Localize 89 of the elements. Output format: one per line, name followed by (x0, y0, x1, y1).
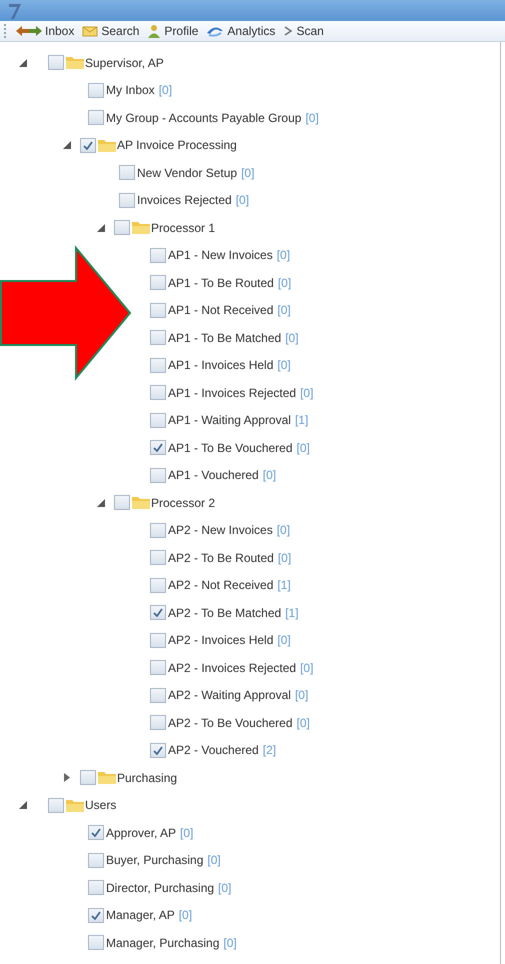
checkbox[interactable] (88, 852, 104, 868)
tree-item[interactable]: AP Invoice Processing (117, 138, 237, 152)
toolbar-button[interactable]: Inbox (16, 24, 74, 38)
tree-item[interactable]: AP1 - Invoices Held [0] (168, 358, 291, 372)
tree-item[interactable]: AP2 - Invoices Rejected [0] (168, 660, 314, 675)
checkbox[interactable] (150, 302, 166, 318)
checkbox[interactable] (88, 110, 104, 126)
checkbox[interactable] (150, 358, 166, 373)
tree-item[interactable]: AP2 - Waiting Approval [0] (168, 688, 308, 702)
checkbox[interactable] (150, 522, 166, 538)
tree-item[interactable]: AP1 - To Be Routed [0] (168, 276, 292, 290)
checkbox[interactable] (150, 550, 166, 566)
checkbox[interactable] (119, 192, 135, 208)
tree-item[interactable]: AP2 - Vouchered [2] (168, 743, 276, 758)
checkbox[interactable] (150, 632, 166, 648)
checkbox[interactable] (150, 412, 166, 428)
tree-item[interactable]: Supervisor, AP (85, 56, 164, 70)
tree-item[interactable]: AP1 - To Be Vouchered [0] (168, 440, 310, 455)
expand-icon[interactable] (64, 773, 70, 782)
checkbox[interactable] (88, 908, 104, 923)
folder-icon (98, 771, 116, 784)
tree-item[interactable]: Processor 2 (151, 496, 216, 510)
checkbox[interactable] (88, 82, 104, 98)
person-icon (147, 24, 162, 38)
folder-icon (66, 56, 84, 70)
toolbar-button[interactable]: Scan (283, 24, 324, 38)
checkbox[interactable] (88, 935, 104, 950)
checkbox[interactable] (150, 330, 166, 346)
tree-item[interactable]: AP2 - To Be Vouchered [0] (168, 716, 310, 730)
collapse-icon[interactable] (63, 141, 71, 150)
tree-item[interactable]: AP2 - To Be Matched [1] (168, 606, 299, 620)
logo-icon (8, 2, 22, 20)
folder-icon (132, 221, 150, 234)
toolbar-button[interactable]: Profile (147, 24, 198, 38)
folder-icon (98, 138, 116, 152)
tree-item[interactable]: AP1 - To Be Matched [0] (168, 330, 299, 345)
collapse-icon[interactable] (97, 498, 105, 507)
checkbox[interactable] (80, 138, 96, 153)
checkbox[interactable] (114, 220, 130, 236)
checkbox[interactable] (150, 660, 166, 676)
checkbox[interactable] (150, 605, 166, 620)
swirl-icon (206, 25, 224, 37)
toolbar-button[interactable]: Analytics (206, 24, 276, 38)
tree-item[interactable]: AP2 - Invoices Held [0] (168, 633, 291, 648)
envelope-icon (82, 25, 98, 37)
tree-item[interactable]: New Vendor Setup [0] (137, 166, 254, 180)
folder-icon (66, 798, 84, 812)
tree-item[interactable]: AP2 - Not Received [1] (168, 578, 291, 592)
checkbox[interactable] (88, 825, 104, 840)
checkbox[interactable] (150, 248, 166, 263)
tree-item[interactable]: AP2 - To Be Routed [0] (168, 550, 292, 565)
tree-item[interactable]: AP1 - Not Received [0] (168, 303, 291, 318)
tree-item[interactable]: AP2 - New Invoices [0] (168, 523, 290, 538)
checkbox[interactable] (150, 742, 166, 758)
tree-item[interactable]: Purchasing (117, 770, 178, 785)
toolbar-button[interactable]: Search (82, 24, 140, 38)
collapse-icon[interactable] (97, 224, 105, 232)
collapse-icon[interactable] (19, 801, 27, 810)
tree-item[interactable]: My Inbox [0] (106, 83, 172, 98)
tree-item[interactable]: AP1 - Waiting Approval [1] (168, 413, 308, 428)
tree-item[interactable]: Users (85, 798, 116, 812)
tree-item[interactable]: My Group - Accounts Payable Group [0] (106, 110, 319, 125)
tree-item[interactable]: Processor 1 (151, 220, 216, 235)
collapse-icon[interactable] (19, 58, 27, 67)
checkbox[interactable] (150, 440, 166, 456)
checkbox[interactable] (114, 495, 130, 510)
checkbox[interactable] (150, 578, 166, 593)
tree-item[interactable]: Invoices Rejected [0] (137, 193, 250, 208)
chevron-icon (283, 26, 294, 36)
tree-item[interactable]: Buyer, Purchasing [0] (106, 853, 221, 868)
arrows-icon (16, 25, 42, 37)
tree-item[interactable]: Manager, AP [0] (106, 908, 192, 922)
checkbox[interactable] (119, 165, 135, 180)
tree-item[interactable]: Director, Purchasing [0] (106, 880, 232, 895)
checkbox[interactable] (150, 275, 166, 290)
checkbox[interactable] (80, 770, 96, 786)
checkbox[interactable] (150, 385, 166, 400)
checkbox[interactable] (48, 798, 64, 813)
tree-item[interactable]: AP1 - New Invoices [0] (168, 248, 290, 262)
folder-icon (132, 496, 150, 510)
tree-item[interactable]: Manager, Purchasing [0] (106, 936, 237, 950)
tree-item[interactable]: Approver, AP [0] (106, 826, 194, 840)
tree-item[interactable]: AP1 - Vouchered [0] (168, 468, 276, 482)
checkbox[interactable] (48, 55, 64, 70)
checkbox[interactable] (150, 715, 166, 730)
checkbox[interactable] (88, 880, 104, 896)
checkbox[interactable] (150, 688, 166, 703)
tree-item[interactable]: AP1 - Invoices Rejected [0] (168, 386, 314, 400)
checkbox[interactable] (150, 468, 166, 483)
